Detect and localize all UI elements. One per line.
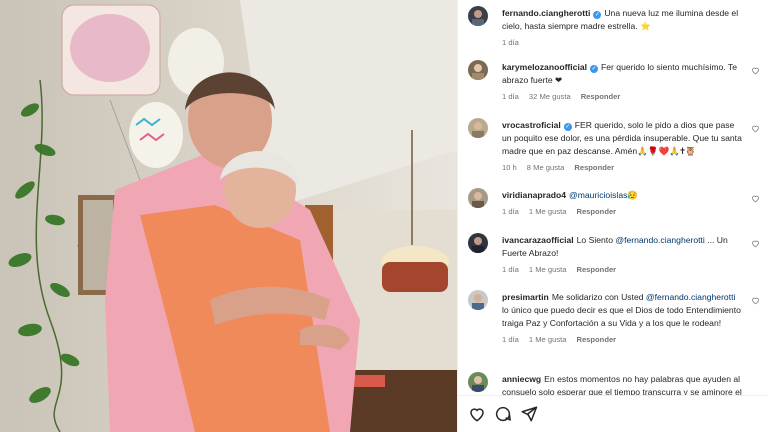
comment-username[interactable]: vrocastroficial (502, 120, 561, 130)
avatar[interactable] (468, 188, 488, 208)
comment-mention[interactable]: @fernando.ciangherotti (615, 235, 704, 245)
comment-time: 1 día (502, 207, 519, 216)
post-actions-bar (458, 395, 768, 432)
reply-button[interactable]: Responder (576, 335, 616, 344)
heart-icon[interactable] (751, 66, 760, 75)
comment-text: Me solidarizo con Usted (551, 292, 646, 302)
photo-illustration (0, 0, 457, 432)
avatar[interactable] (468, 118, 488, 138)
comment-time: 1 día (502, 92, 519, 101)
reply-button[interactable]: Responder (576, 265, 616, 274)
comment-text: Lo Siento (576, 235, 616, 245)
heart-icon[interactable] (751, 194, 760, 203)
comment-likes[interactable]: 8 Me gusta (527, 163, 565, 172)
avatar[interactable] (468, 6, 488, 26)
post-photo[interactable] (0, 0, 457, 432)
like-icon[interactable] (468, 405, 486, 423)
avatar[interactable] (468, 290, 488, 310)
comment-mention[interactable]: @mauricioislas (569, 190, 627, 200)
comment-likes[interactable]: 1 Me gusta (529, 265, 567, 274)
avatar[interactable] (468, 60, 488, 80)
comment-likes[interactable]: 1 Me gusta (529, 207, 567, 216)
comment-icon[interactable] (494, 405, 512, 423)
comments-panel: fernando.ciangherotti ✓ Una nueva luz me i… (457, 0, 768, 432)
heart-icon[interactable] (751, 124, 760, 133)
comment-username[interactable]: fernando.ciangherotti (502, 8, 590, 18)
verified-icon: ✓ (590, 65, 599, 73)
comment-likes[interactable]: 1 Me gusta (529, 335, 567, 344)
comment-time: 1 día (502, 38, 519, 47)
comment-username[interactable]: viridianaprado4 (502, 190, 566, 200)
comment-username[interactable]: presimartin (502, 292, 549, 302)
reply-button[interactable]: Responder (574, 163, 614, 172)
comment-username[interactable]: ivancarazaofficial (502, 235, 574, 245)
comment-mention[interactable]: @fernando.ciangherotti (646, 292, 735, 302)
comment-text-after: lo único que puedo decir es que el Dios … (502, 305, 741, 328)
avatar[interactable] (468, 233, 488, 253)
comment-text: 😥 (627, 190, 639, 200)
reply-button[interactable]: Responder (576, 207, 616, 216)
avatar[interactable] (468, 372, 488, 392)
comment-time: 1 día (502, 335, 519, 344)
heart-icon[interactable] (751, 239, 760, 248)
comment-username[interactable]: karymelozanoofficial (502, 62, 587, 72)
comments-list[interactable]: fernando.ciangherotti ✓ Una nueva luz me i… (458, 0, 768, 396)
comment-time: 10 h (502, 163, 517, 172)
verified-icon: ✓ (593, 11, 602, 19)
share-icon[interactable] (520, 405, 538, 423)
heart-icon[interactable] (751, 296, 760, 305)
verified-icon: ✓ (563, 123, 572, 131)
comment-username[interactable]: anniecwg (502, 374, 541, 384)
comment-likes[interactable]: 32 Me gusta (529, 92, 571, 101)
comment-time: 1 día (502, 265, 519, 274)
reply-button[interactable]: Responder (581, 92, 621, 101)
